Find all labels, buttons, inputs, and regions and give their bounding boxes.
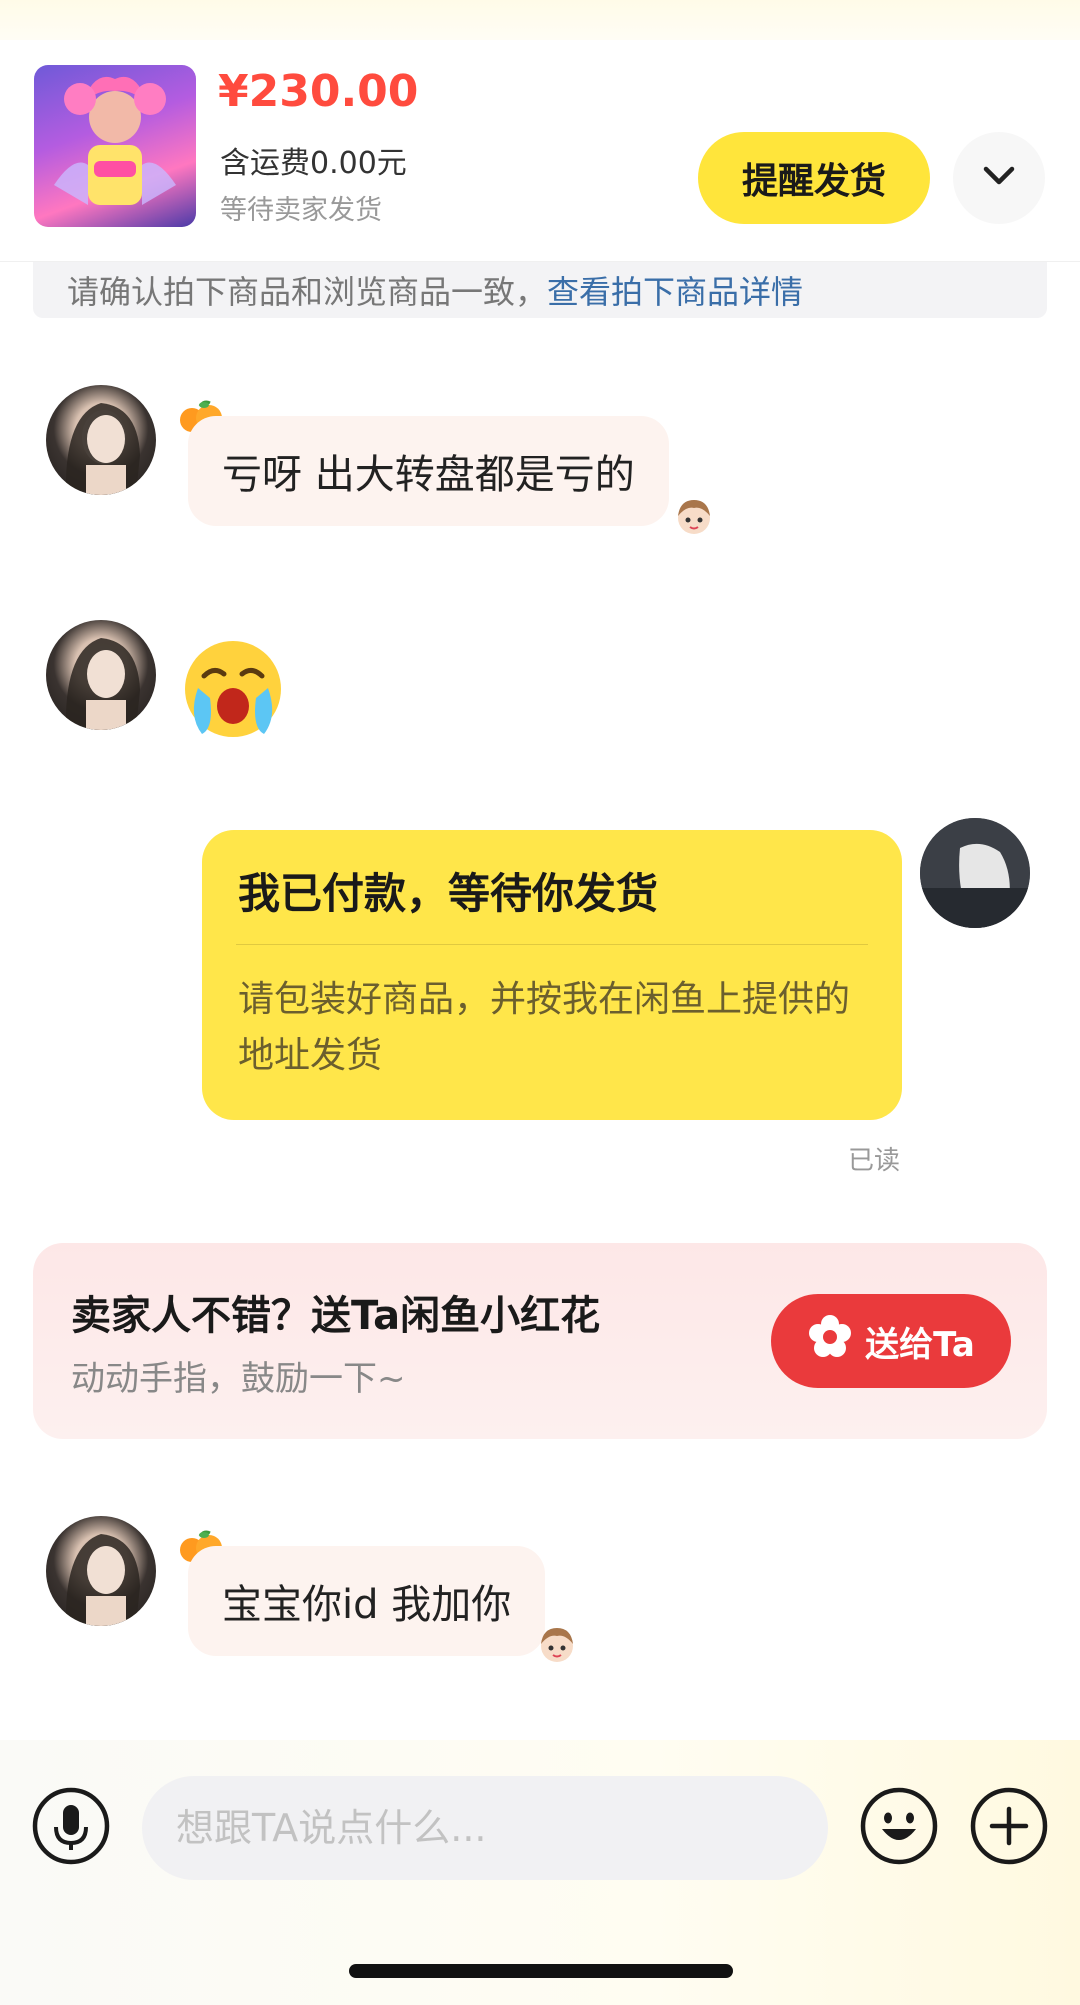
message-bubble: 亏呀 出大转盘都是亏的 [188,416,669,526]
read-receipt: 已读 [848,1146,901,1176]
expand-button[interactable] [953,132,1045,224]
sticker-face-icon [535,1624,579,1664]
card-title: 我已付款，等待你发货 [238,869,659,918]
confirm-text: 请确认拍下商品和浏览商品一致， [67,273,548,311]
send-flower-button[interactable]: 送给Ta [771,1294,1011,1388]
product-confirm-notice: 请确认拍下商品和浏览商品一致， 查看拍下商品详情 [33,262,1047,318]
seller-avatar[interactable] [46,620,156,730]
card-body: 请包装好商品，并按我在闲鱼上提供的地址发货 [238,979,851,1076]
flower-icon [807,1314,853,1369]
microphone-icon [32,1787,110,1869]
seller-avatar[interactable] [46,385,156,495]
message-input[interactable] [142,1776,828,1880]
order-header: ¥230.00 含运费0.00元 等待卖家发货 提醒发货 [0,40,1080,262]
flower-promo-banner: 卖家人不错？送Ta闲鱼小红花 动动手指，鼓励一下~ 送给Ta [33,1243,1047,1439]
more-button[interactable] [970,1787,1048,1869]
flower-title: 卖家人不错？送Ta闲鱼小红花 [71,1293,601,1339]
message-text: 宝宝你id 我加你 [222,1582,512,1628]
order-status: 等待卖家发货 [220,195,382,226]
voice-button[interactable] [32,1787,110,1869]
crying-emoji [180,636,286,742]
remind-shipping-button[interactable]: 提醒发货 [698,132,930,224]
shipping-fee: 含运费0.00元 [220,146,407,181]
order-price: ¥230.00 [218,66,419,117]
flower-subtitle: 动动手指，鼓励一下~ [71,1359,406,1399]
product-thumbnail[interactable] [34,65,196,227]
card-divider [236,944,868,945]
buyer-avatar[interactable] [920,818,1030,928]
send-flower-label: 送给Ta [865,1324,975,1365]
home-indicator[interactable] [349,1964,733,1978]
message-bubble: 宝宝你id 我加你 [188,1546,546,1656]
sticker-face-icon [672,496,716,536]
emoji-button[interactable] [860,1787,938,1869]
emoji-icon [860,1787,938,1869]
chevron-down-icon [982,165,1016,191]
message-text: 亏呀 出大转盘都是亏的 [222,452,635,498]
seller-avatar[interactable] [46,1516,156,1626]
plus-icon [970,1787,1048,1869]
payment-status-card[interactable]: 我已付款，等待你发货 请包装好商品，并按我在闲鱼上提供的地址发货 [202,830,902,1120]
view-product-details-link[interactable]: 查看拍下商品详情 [547,267,803,313]
